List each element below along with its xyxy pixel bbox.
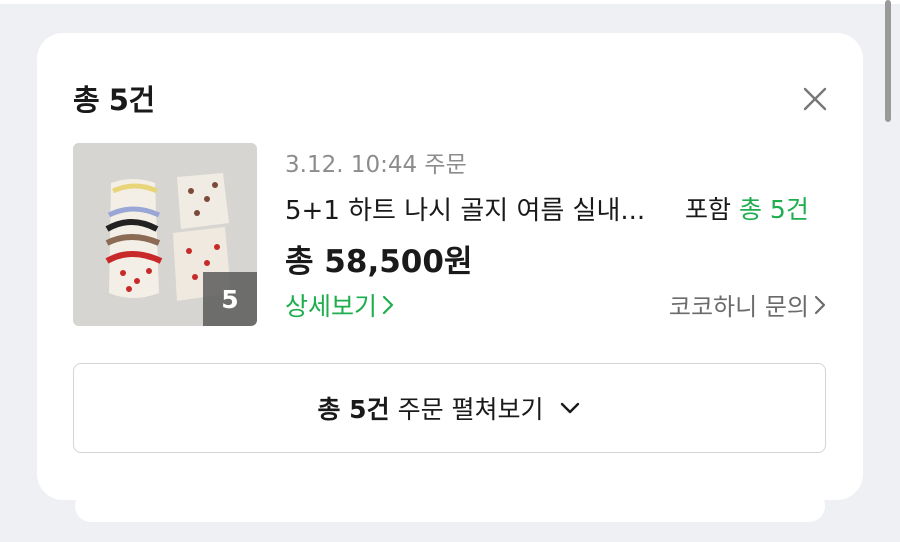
included-prefix: 포함 (685, 195, 732, 224)
expand-orders-button[interactable]: 총 5건 주문 펼쳐보기 (73, 363, 826, 453)
chevron-right-icon (382, 295, 394, 315)
order-date: 3.12. 10:44 주문 (285, 152, 467, 178)
included-count-value: 총 5건 (738, 195, 809, 224)
included-count: 포함 총 5건 (685, 190, 809, 226)
image-count-badge: 5 (203, 272, 257, 326)
seller-inquiry-link[interactable]: 코코하니 문의 (669, 287, 827, 322)
expand-count: 총 5건 (317, 395, 390, 424)
detail-link-label: 상세보기 (285, 292, 378, 321)
close-icon (803, 87, 827, 111)
detail-link[interactable]: 상세보기 (285, 287, 395, 323)
sheet-title: 총 5건 (73, 83, 155, 117)
scrollbar[interactable] (885, 0, 891, 122)
total-price: 총 58,500원 (285, 244, 473, 280)
chevron-right-icon (814, 295, 826, 314)
inquiry-link-label: 코코하니 문의 (668, 293, 809, 321)
expand-label: 주문 펼쳐보기 (397, 395, 544, 424)
top-strip (0, 0, 900, 4)
product-thumbnail[interactable]: 5 (73, 143, 257, 326)
close-button[interactable] (797, 81, 833, 117)
chevron-down-icon (560, 402, 579, 414)
order-sheet: 총 5건 5 3.12. 10:44 주문 5+1 하트 나시 골지 여름 실내… (37, 33, 863, 500)
product-name[interactable]: 5+1 하트 나시 골지 여름 실내... (285, 190, 675, 227)
